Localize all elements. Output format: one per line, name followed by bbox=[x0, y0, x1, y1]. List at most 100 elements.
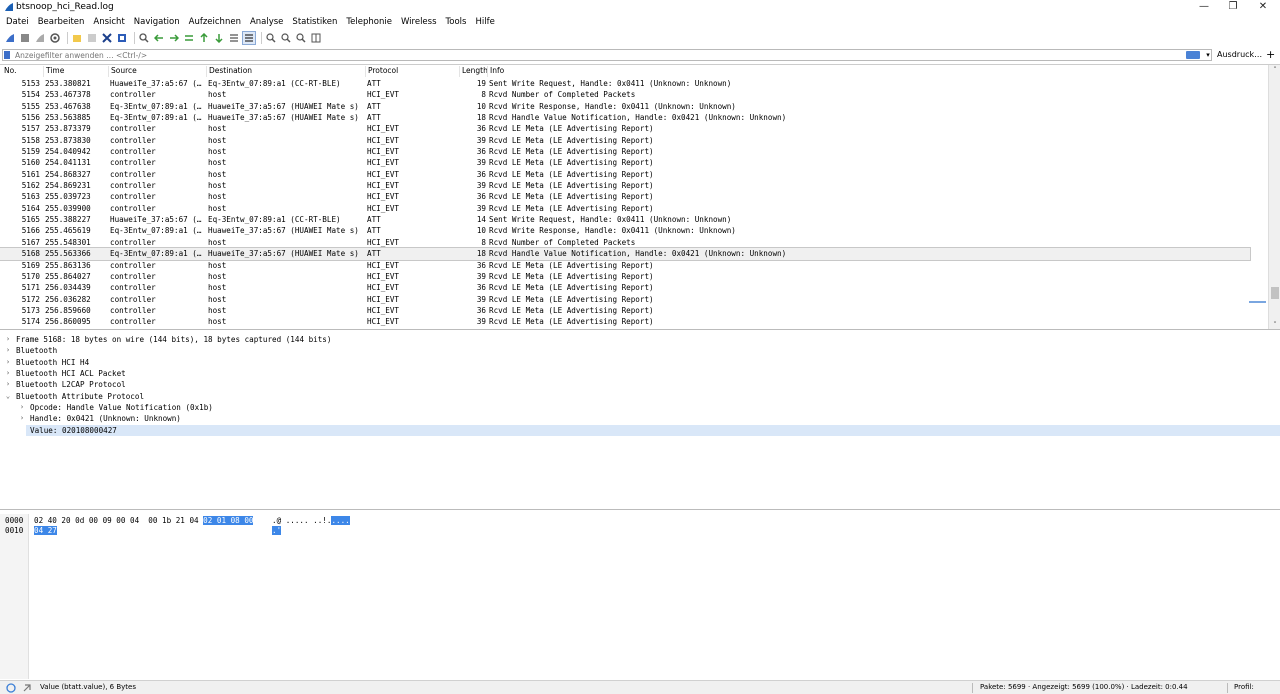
expression-button[interactable]: Ausdruck… bbox=[1217, 49, 1262, 61]
detail-tree-item[interactable]: › Bluetooth L2CAP Protocol bbox=[0, 379, 1280, 390]
capture-options-icon[interactable] bbox=[49, 32, 61, 44]
packet-list[interactable]: No. Time Source Destination Protocol Len… bbox=[0, 64, 1280, 330]
detail-tree-item[interactable]: › Bluetooth HCI H4 bbox=[0, 357, 1280, 368]
packet-row[interactable]: 5174 256.860095 controller host HCI_EVT 39 Rcv… bbox=[0, 316, 1250, 327]
colorize-icon[interactable] bbox=[242, 31, 256, 45]
collapsed-chevron-icon[interactable]: › bbox=[4, 334, 12, 345]
detail-tree-item[interactable]: › Frame 5168: 18 bytes on wire (144 bits)… bbox=[0, 334, 1280, 345]
packet-row[interactable]: 5172 256.036282 controller host HCI_EVT 39 Rcv… bbox=[0, 294, 1250, 305]
capture-comment-icon[interactable] bbox=[22, 683, 32, 693]
detail-tree-item[interactable]: › Bluetooth HCI ACL Packet bbox=[0, 368, 1280, 379]
zoom-out-icon[interactable] bbox=[280, 32, 292, 44]
bytes-ascii[interactable]: .@ ..... ..!..... bbox=[272, 516, 350, 526]
expert-info-icon[interactable] bbox=[6, 683, 16, 693]
packet-row[interactable]: 5169 255.863136 controller host HCI_EVT 36 Rcv… bbox=[0, 260, 1250, 271]
last-packet-icon[interactable] bbox=[213, 32, 225, 44]
save-file-icon[interactable] bbox=[86, 32, 98, 44]
packet-row[interactable]: 5161 254.868327 controller host HCI_EVT 36 Rcv… bbox=[0, 169, 1250, 180]
close-button[interactable]: ✕ bbox=[1256, 1, 1270, 13]
packet-row[interactable]: 5154 253.467378 controller host HCI_EVT 8 Rcvd… bbox=[0, 89, 1250, 100]
column-header-destination[interactable]: Destination bbox=[206, 66, 252, 77]
menu-wireless[interactable]: Wireless bbox=[401, 16, 437, 29]
filter-history-chevron-down-icon[interactable]: ▾ bbox=[1204, 50, 1212, 60]
menu-datei[interactable]: Datei bbox=[6, 16, 29, 29]
go-to-packet-icon[interactable] bbox=[183, 32, 195, 44]
detail-tree-item[interactable]: Value: 020108000427 bbox=[26, 424, 1280, 437]
restart-capture-icon[interactable] bbox=[34, 32, 46, 44]
bytes-hex[interactable]: 02 40 20 0d 00 09 00 04 00 1b 21 04 02 0… bbox=[34, 516, 254, 526]
packet-row[interactable]: 5156 253.563885 Eq-3Entw_07:89:a1 (… Huawei… bbox=[0, 112, 1250, 123]
start-capture-icon[interactable] bbox=[4, 32, 16, 44]
detail-tree-item[interactable]: › Handle: 0x0421 (Unknown: Unknown) bbox=[0, 413, 1280, 424]
go-back-icon[interactable] bbox=[153, 32, 165, 44]
packet-details-tree[interactable]: › Frame 5168: 18 bytes on wire (144 bits)… bbox=[0, 334, 1280, 510]
bytes-hex[interactable]: 04 27 bbox=[34, 526, 57, 536]
collapsed-chevron-icon[interactable]: › bbox=[4, 357, 12, 368]
restore-button[interactable]: ❐ bbox=[1226, 1, 1240, 13]
packet-row[interactable]: 5159 254.040942 controller host HCI_EVT 36 Rcv… bbox=[0, 146, 1250, 157]
menu-telephonie[interactable]: Telephonie bbox=[346, 16, 392, 29]
collapsed-chevron-icon[interactable]: › bbox=[4, 368, 12, 379]
add-filter-button[interactable]: + bbox=[1266, 48, 1275, 61]
packet-row[interactable]: 5160 254.041131 controller host HCI_EVT 39 Rcv… bbox=[0, 157, 1250, 168]
menu-hilfe[interactable]: Hilfe bbox=[475, 16, 494, 29]
menu-ansicht[interactable]: Ansicht bbox=[93, 16, 124, 29]
packet-row[interactable]: 5168 255.563366 Eq-3Entw_07:89:a1 (… Huawei… bbox=[0, 247, 1251, 261]
packet-row[interactable]: 5171 256.034439 controller host HCI_EVT 36 Rcv… bbox=[0, 282, 1250, 293]
packet-row[interactable]: 5158 253.873830 controller host HCI_EVT 39 Rcv… bbox=[0, 135, 1250, 146]
menu-bearbeiten[interactable]: Bearbeiten bbox=[38, 16, 85, 29]
packet-row[interactable]: 5163 255.039723 controller host HCI_EVT 36 Rcv… bbox=[0, 191, 1250, 202]
detail-tree-item[interactable]: › Bluetooth bbox=[0, 345, 1280, 356]
scroll-thumb[interactable] bbox=[1271, 287, 1279, 299]
packet-row[interactable]: 5165 255.388227 HuaweiTe_37:a5:67 (… Eq-3En… bbox=[0, 214, 1250, 225]
packet-row[interactable]: 5157 253.873379 controller host HCI_EVT 36 Rcv… bbox=[0, 123, 1250, 134]
packet-row[interactable]: 5173 256.859660 controller host HCI_EVT 36 Rcv… bbox=[0, 305, 1250, 316]
resize-columns-icon[interactable] bbox=[310, 32, 322, 44]
packet-row[interactable]: 5166 255.465619 Eq-3Entw_07:89:a1 (… Huawei… bbox=[0, 225, 1250, 236]
detail-tree-item[interactable]: ⌄ Bluetooth Attribute Protocol bbox=[0, 391, 1280, 402]
display-filter-input[interactable] bbox=[2, 49, 1212, 61]
column-header-info[interactable]: Info bbox=[487, 66, 504, 77]
zoom-reset-icon[interactable] bbox=[295, 32, 307, 44]
bytes-ascii[interactable]: .' bbox=[272, 526, 282, 536]
find-packet-icon[interactable] bbox=[138, 32, 150, 44]
menu-statistiken[interactable]: Statistiken bbox=[292, 16, 337, 29]
packet-bytes-pane[interactable]: 0000 02 40 20 0d 00 09 00 04 00 1b 21 04 … bbox=[0, 514, 1280, 679]
autoscroll-icon[interactable] bbox=[228, 32, 240, 44]
close-file-icon[interactable] bbox=[101, 32, 113, 44]
packet-row[interactable]: 5162 254.869231 controller host HCI_EVT 39 Rcv… bbox=[0, 180, 1250, 191]
filter-bookmark-icon[interactable] bbox=[4, 51, 10, 59]
packet-list-scrollbar[interactable]: ˄ ˅ bbox=[1268, 65, 1280, 329]
detail-tree-item[interactable]: › Opcode: Handle Value Notification (0x1b… bbox=[0, 402, 1280, 413]
packet-row[interactable]: 5155 253.467638 Eq-3Entw_07:89:a1 (… Huawei… bbox=[0, 101, 1250, 112]
scroll-up-icon[interactable]: ˄ bbox=[1269, 65, 1280, 75]
packet-row[interactable]: 5153 253.380821 HuaweiTe_37:a5:67 (… Eq-3En… bbox=[0, 78, 1250, 89]
minimize-button[interactable]: — bbox=[1197, 1, 1211, 13]
stop-capture-icon[interactable] bbox=[19, 32, 31, 44]
column-header-source[interactable]: Source bbox=[108, 66, 137, 77]
first-packet-icon[interactable] bbox=[198, 32, 210, 44]
scroll-down-icon[interactable]: ˅ bbox=[1269, 320, 1280, 329]
column-header-protocol[interactable]: Protocol bbox=[365, 66, 398, 77]
menu-aufzeichnen[interactable]: Aufzeichnen bbox=[189, 16, 241, 29]
collapsed-chevron-icon[interactable]: › bbox=[18, 402, 26, 413]
go-forward-icon[interactable] bbox=[168, 32, 180, 44]
packet-row[interactable]: 5164 255.039900 controller host HCI_EVT 39 Rcv… bbox=[0, 203, 1250, 214]
zoom-in-icon[interactable] bbox=[265, 32, 277, 44]
status-profile[interactable]: Profil: Default bbox=[1234, 681, 1280, 694]
column-header-length[interactable]: Length bbox=[459, 66, 488, 77]
column-header-no[interactable]: No. bbox=[2, 66, 16, 77]
collapsed-chevron-icon[interactable]: › bbox=[4, 345, 12, 356]
collapsed-chevron-icon[interactable]: › bbox=[18, 413, 26, 424]
column-header-time[interactable]: Time bbox=[43, 66, 64, 77]
reload-file-icon[interactable] bbox=[116, 32, 128, 44]
collapsed-chevron-icon[interactable]: › bbox=[4, 379, 12, 390]
menu-analyse[interactable]: Analyse bbox=[250, 16, 283, 29]
menu-navigation[interactable]: Navigation bbox=[134, 16, 180, 29]
expanded-chevron-icon[interactable]: ⌄ bbox=[4, 391, 12, 402]
open-file-icon[interactable] bbox=[71, 32, 83, 44]
packet-row[interactable]: 5167 255.548301 controller host HCI_EVT 8 Rcvd… bbox=[0, 237, 1250, 248]
packet-row[interactable]: 5170 255.864027 controller host HCI_EVT 39 Rcv… bbox=[0, 271, 1250, 282]
menu-tools[interactable]: Tools bbox=[446, 16, 467, 29]
apply-filter-arrow-icon[interactable] bbox=[1186, 51, 1200, 59]
